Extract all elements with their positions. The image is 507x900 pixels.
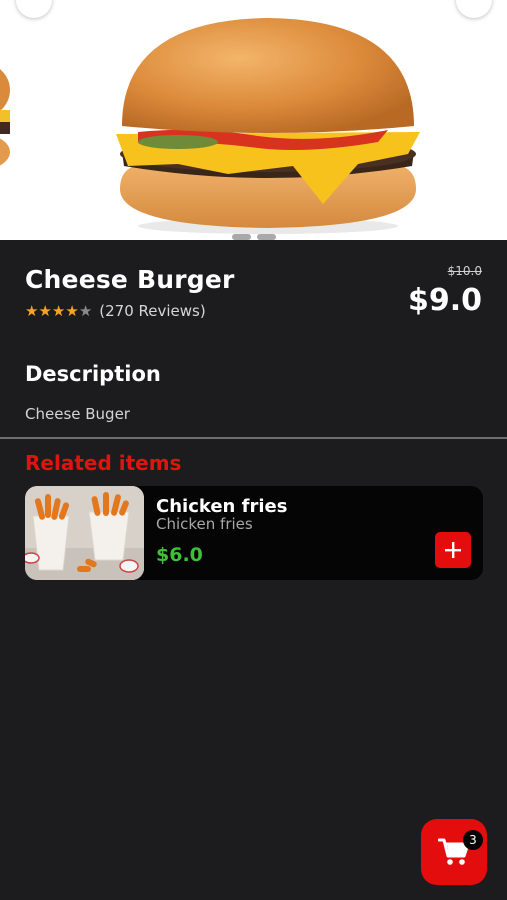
star-icon: ★ [25, 302, 39, 320]
star-icon: ★ [78, 302, 93, 320]
star-icon: ★ [65, 302, 79, 320]
description-text: Cheese Buger [25, 405, 130, 423]
old-price: $10.0 [447, 264, 482, 278]
chicken-fries-image [25, 486, 144, 580]
product-image-carousel[interactable] [0, 0, 507, 240]
carousel-dot[interactable] [232, 234, 251, 240]
current-price: $9.0 [407, 283, 482, 318]
related-item-price: $6.0 [156, 544, 203, 566]
plus-icon [445, 542, 461, 558]
carousel-dot[interactable] [257, 234, 276, 240]
carousel-indicator [232, 234, 276, 240]
rating-stars: ★★★★★ [25, 302, 92, 320]
reviews-count[interactable]: (270 Reviews) [99, 302, 205, 320]
back-button[interactable] [16, 0, 52, 18]
favorite-button[interactable] [456, 0, 492, 18]
related-item-subtitle: Chicken fries [156, 515, 253, 533]
previous-burger-image [0, 69, 10, 166]
product-title: Cheese Burger [25, 265, 235, 294]
related-items-heading: Related items [25, 451, 182, 475]
star-icon: ★ [51, 302, 66, 320]
description-heading: Description [25, 362, 161, 386]
related-item-card[interactable]: Chicken fries Chicken fries $6.0 [25, 486, 483, 580]
related-item-name: Chicken fries [156, 496, 288, 517]
cheese-burger-image [116, 18, 420, 234]
star-icon: ★ [38, 302, 52, 320]
cart-count-badge: 3 [463, 830, 483, 850]
add-to-cart-button[interactable] [435, 532, 471, 568]
rating-row: ★★★★★ (270 Reviews) [25, 302, 206, 320]
section-divider [0, 437, 507, 439]
cart-button[interactable]: 3 [421, 819, 487, 885]
